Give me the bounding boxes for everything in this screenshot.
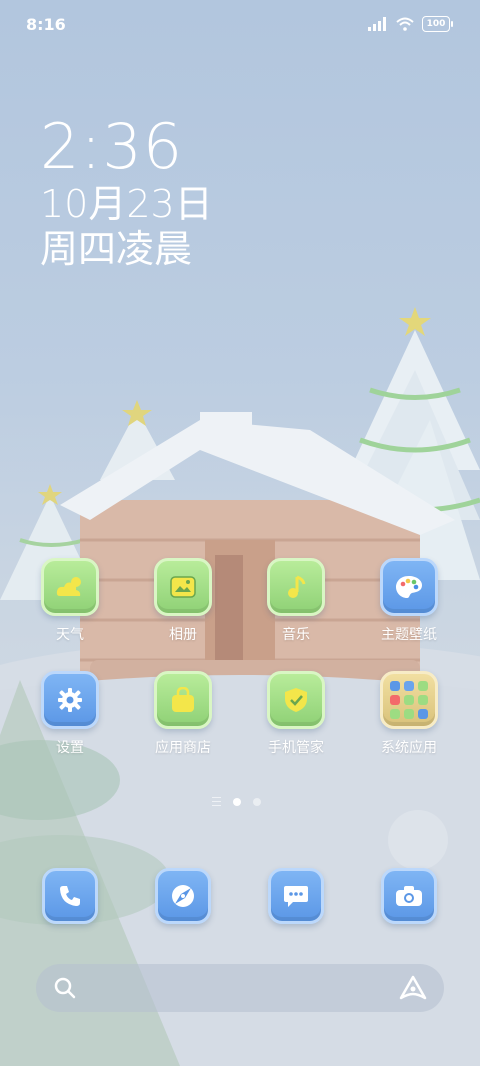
app-store[interactable]: 应用商店 xyxy=(127,671,239,757)
dock-camera[interactable] xyxy=(353,868,465,924)
dock-browser[interactable] xyxy=(127,868,239,924)
app-label: 系统应用 xyxy=(381,740,437,756)
battery-indicator: 100 xyxy=(422,16,453,32)
app-label: 相册 xyxy=(169,627,197,643)
app-weather[interactable]: 天气 xyxy=(14,558,126,644)
page-indicator xyxy=(212,797,261,806)
status-time: 8:16 xyxy=(26,15,66,34)
app-label: 主题壁纸 xyxy=(381,627,437,643)
clock-widget[interactable]: 2:36 10月23日 周四凌晨 xyxy=(40,112,213,272)
shield-check-icon xyxy=(267,671,325,729)
minus-one-screen-icon xyxy=(212,797,221,806)
dock-messages[interactable] xyxy=(240,868,352,924)
settings-icon xyxy=(41,671,99,729)
music-icon xyxy=(267,558,325,616)
signal-icon xyxy=(368,17,386,31)
clock-date: 10月23日 xyxy=(40,182,213,226)
messages-icon xyxy=(268,868,324,924)
shopping-bag-icon xyxy=(154,671,212,729)
app-label: 天气 xyxy=(56,627,84,643)
palette-icon xyxy=(380,558,438,616)
dock-phone[interactable] xyxy=(14,868,126,924)
wifi-icon xyxy=(396,17,414,31)
search-bar[interactable] xyxy=(36,964,444,1012)
clock-weekday: 周四凌晨 xyxy=(40,227,193,271)
folder-icon xyxy=(380,671,438,729)
app-themes[interactable]: 主题壁纸 xyxy=(353,558,465,644)
page-dot xyxy=(253,797,261,806)
app-label: 音乐 xyxy=(282,627,310,643)
search-icon xyxy=(54,977,76,999)
page-dot-active xyxy=(233,797,241,806)
phone-icon xyxy=(42,868,98,924)
browser-icon xyxy=(155,868,211,924)
camera-icon xyxy=(381,868,437,924)
clock-time: 2:36 xyxy=(40,110,184,183)
app-security[interactable]: 手机管家 xyxy=(240,671,352,757)
status-bar: 8:16 100 xyxy=(0,0,480,50)
app-gallery[interactable]: 相册 xyxy=(127,558,239,644)
folder-system-apps[interactable]: 系统应用 xyxy=(353,671,465,757)
weather-icon xyxy=(41,558,99,616)
assistant-icon[interactable] xyxy=(398,975,428,1001)
app-settings[interactable]: 设置 xyxy=(14,671,126,757)
app-label: 手机管家 xyxy=(268,740,324,756)
app-music[interactable]: 音乐 xyxy=(240,558,352,644)
app-label: 应用商店 xyxy=(155,740,211,756)
app-label: 设置 xyxy=(56,740,84,756)
gallery-icon xyxy=(154,558,212,616)
